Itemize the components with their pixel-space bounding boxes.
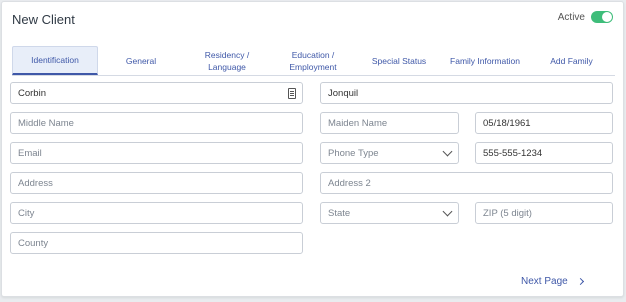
dob-input[interactable]	[483, 117, 605, 129]
maiden-name-field[interactable]	[320, 112, 459, 134]
email-field[interactable]	[10, 142, 303, 164]
first-name-field[interactable]	[10, 82, 303, 104]
last-name-field[interactable]	[320, 82, 613, 104]
next-page-button[interactable]: Next Page	[521, 276, 584, 287]
chevron-down-icon	[442, 206, 453, 217]
active-toggle[interactable]	[591, 11, 613, 23]
maiden-name-input[interactable]	[328, 117, 451, 129]
active-label: Active	[557, 11, 585, 23]
state-select[interactable]: State	[320, 202, 459, 224]
county-field[interactable]	[10, 232, 303, 254]
phone-input[interactable]	[483, 147, 605, 159]
tab-bar: Identification General Residency / Langu…	[12, 46, 615, 76]
phone-type-select[interactable]: Phone Type	[320, 142, 459, 164]
zip-field[interactable]	[475, 202, 613, 224]
tab-special-status[interactable]: Special Status	[356, 46, 442, 75]
state-value: State	[328, 207, 351, 219]
phone-type-value: Phone Type	[328, 147, 379, 159]
tab-identification[interactable]: Identification	[12, 46, 98, 75]
city-input[interactable]	[18, 207, 295, 219]
contact-card-icon[interactable]	[288, 88, 296, 99]
page-title: New Client	[12, 12, 75, 27]
chevron-right-icon	[576, 277, 584, 286]
next-page-label: Next Page	[521, 276, 568, 287]
address2-field[interactable]	[320, 172, 613, 194]
chevron-down-icon	[442, 146, 453, 157]
city-field[interactable]	[10, 202, 303, 224]
first-name-input[interactable]	[18, 87, 295, 99]
toggle-knob	[602, 12, 612, 22]
county-input[interactable]	[18, 237, 295, 249]
tab-general[interactable]: General	[98, 46, 184, 75]
middle-name-input[interactable]	[18, 117, 295, 129]
middle-name-field[interactable]	[10, 112, 303, 134]
address2-input[interactable]	[328, 177, 605, 189]
tab-family-information[interactable]: Family Information	[442, 46, 528, 75]
tab-add-family[interactable]: Add Family	[528, 46, 615, 75]
address-field[interactable]	[10, 172, 303, 194]
tab-education-employment[interactable]: Education / Employment	[270, 46, 356, 75]
active-toggle-group: Active	[558, 11, 613, 23]
phone-field[interactable]	[475, 142, 613, 164]
tab-residency-language[interactable]: Residency / Language	[184, 46, 270, 75]
address-input[interactable]	[18, 177, 295, 189]
zip-input[interactable]	[483, 207, 605, 219]
email-input[interactable]	[18, 147, 295, 159]
dob-field[interactable]	[475, 112, 613, 134]
last-name-input[interactable]	[328, 87, 605, 99]
